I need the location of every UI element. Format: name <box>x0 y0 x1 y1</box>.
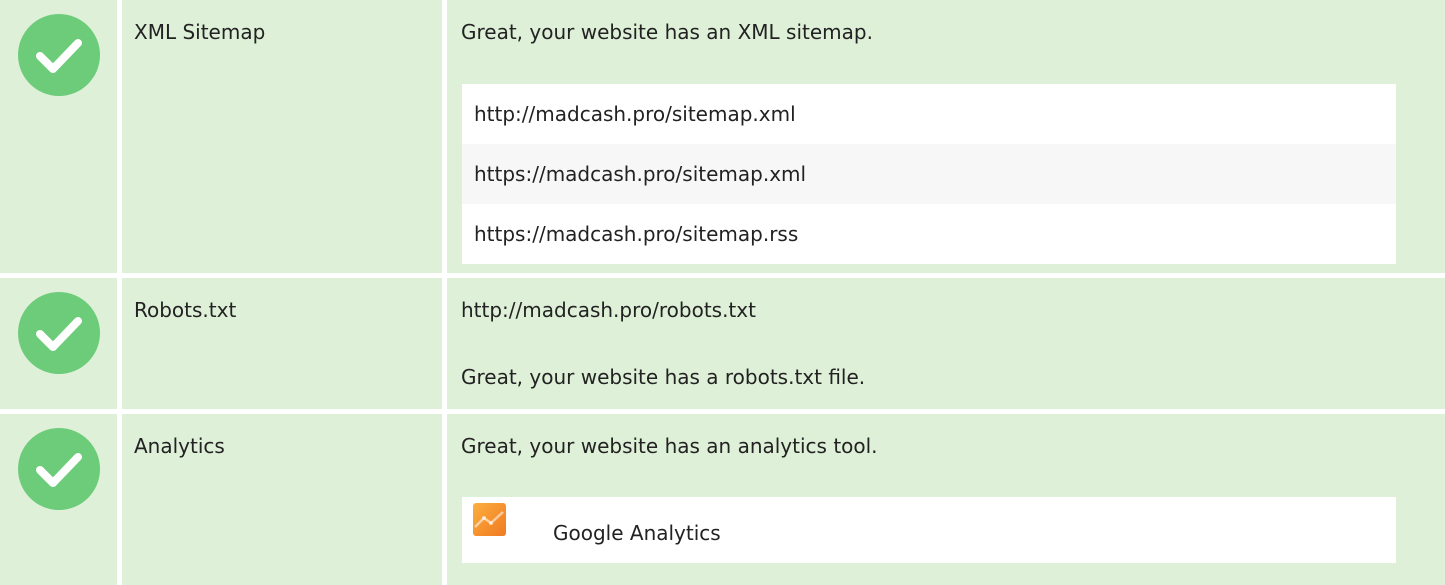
check-circle-icon <box>18 292 100 374</box>
sitemap-url-list: http://madcash.pro/sitemap.xml https://m… <box>462 84 1396 264</box>
sitemap-url: https://madcash.pro/sitemap.xml <box>462 144 1396 204</box>
analytics-tool-item: Google Analytics <box>462 497 1396 563</box>
check-name: XML Sitemap <box>134 20 266 44</box>
check-name: Robots.txt <box>134 298 237 322</box>
analytics-tool-name: Google Analytics <box>553 521 721 545</box>
check-name-cell: XML Sitemap <box>122 0 442 273</box>
check-body-cell: http://madcash.pro/robots.txt Great, you… <box>447 278 1445 409</box>
check-body-cell: Great, your website has an XML sitemap. … <box>447 0 1445 273</box>
status-cell <box>0 414 117 585</box>
check-message: Great, your website has an analytics too… <box>461 434 878 458</box>
google-analytics-icon <box>473 503 506 536</box>
sitemap-url: https://madcash.pro/sitemap.rss <box>462 204 1396 264</box>
check-row-sitemap: XML Sitemap Great, your website has an X… <box>0 0 1445 273</box>
status-cell <box>0 278 117 409</box>
check-circle-icon <box>18 14 100 96</box>
sitemap-url: http://madcash.pro/sitemap.xml <box>462 84 1396 144</box>
check-row-robots: Robots.txt http://madcash.pro/robots.txt… <box>0 278 1445 409</box>
check-name-cell: Analytics <box>122 414 442 585</box>
check-message: Great, your website has an XML sitemap. <box>461 20 873 44</box>
robots-url: http://madcash.pro/robots.txt <box>461 298 756 322</box>
check-row-analytics: Analytics Great, your website has an ana… <box>0 414 1445 585</box>
check-circle-icon <box>18 428 100 510</box>
check-body-cell: Great, your website has an analytics too… <box>447 414 1445 585</box>
check-message: Great, your website has a robots.txt fil… <box>461 365 866 389</box>
check-name-cell: Robots.txt <box>122 278 442 409</box>
status-cell <box>0 0 117 273</box>
seo-report: XML Sitemap Great, your website has an X… <box>0 0 1445 585</box>
check-name: Analytics <box>134 434 225 458</box>
